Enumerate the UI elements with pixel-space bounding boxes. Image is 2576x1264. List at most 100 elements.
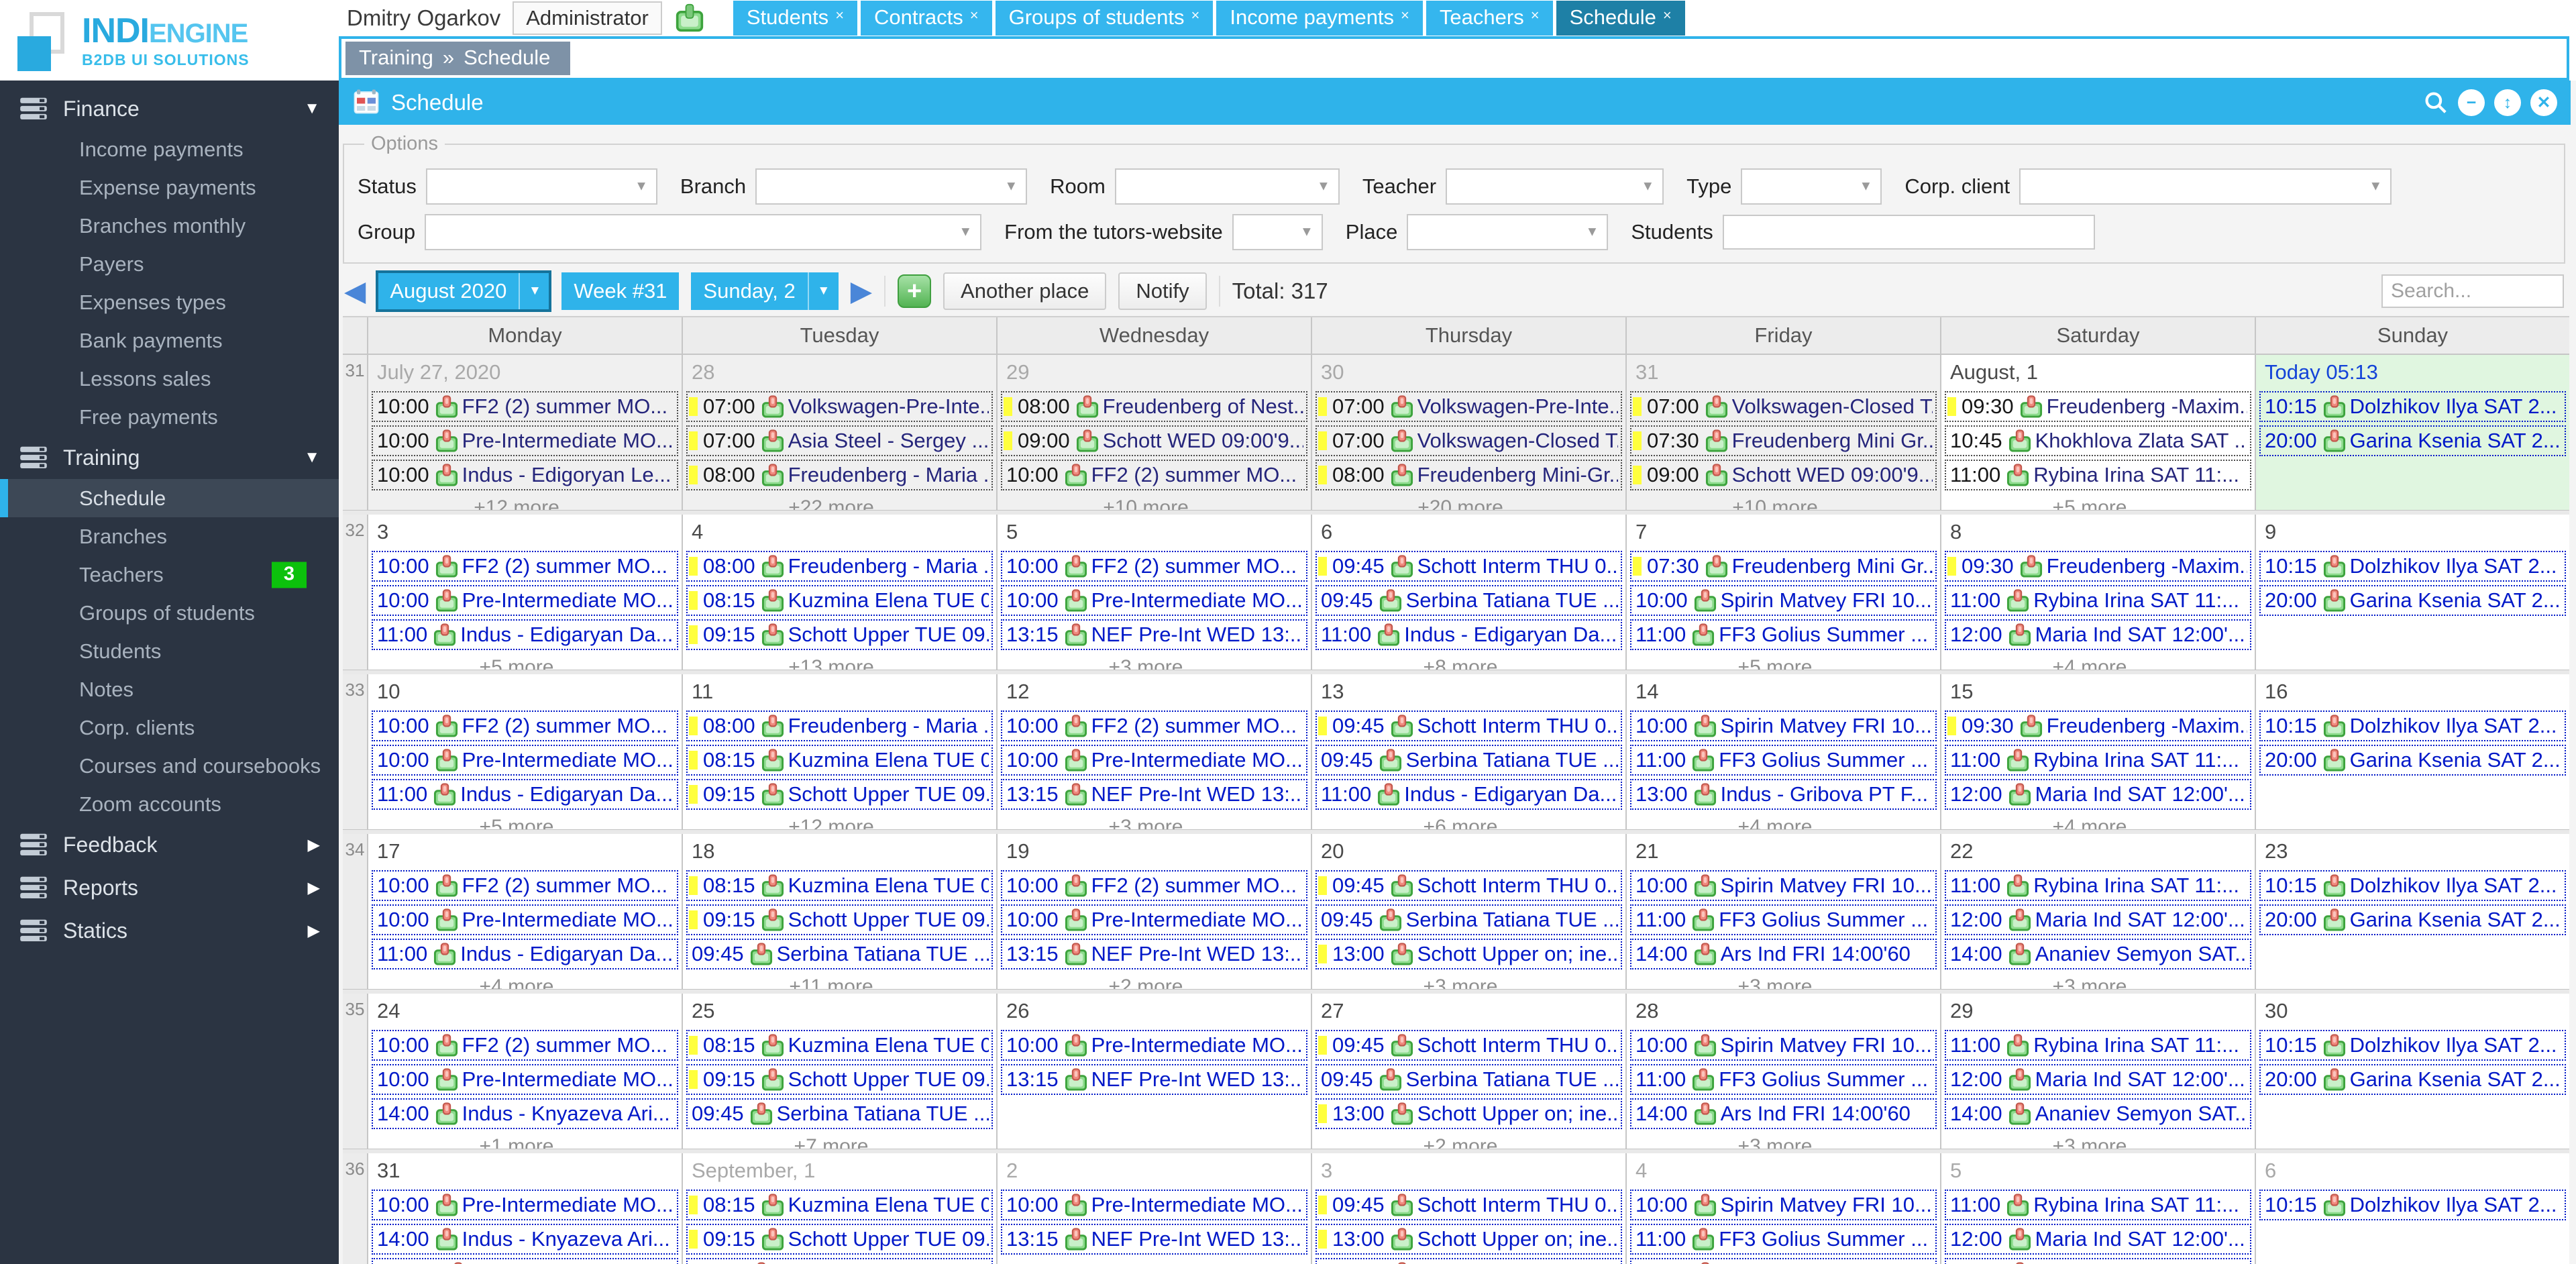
more-events-link[interactable]: +12 more... [686, 813, 993, 829]
calendar-event[interactable]: 14:00 Ananiev Semyon SAT... [1945, 939, 2251, 969]
calendar-event[interactable]: 10:00 FF2 (2) summer MO... [1001, 870, 1307, 901]
calendar-event[interactable]: 20:00 Garina Ksenia SAT 2... [2259, 745, 2566, 776]
calendar-event[interactable]: 10:15 Dolzhikov Ilya SAT 2... [2259, 1030, 2566, 1061]
calendar-event[interactable]: 09:15 Schott Upper TUE 09... [686, 779, 993, 810]
calendar-event[interactable]: 09:45 Serbina Tatiana TUE ... [1316, 585, 1622, 616]
calendar-event[interactable]: 09:30 Freudenberg -Maxim... [1945, 710, 2251, 741]
sidebar-item[interactable]: Students [0, 632, 339, 670]
tab[interactable]: Contracts × [861, 1, 992, 36]
logout-icon[interactable] [674, 3, 705, 33]
calendar-event[interactable]: 08:15 Kuzmina Elena TUE 0... [686, 1030, 993, 1061]
more-events-link[interactable]: +3 more... [1630, 1133, 1937, 1149]
type-select[interactable]: ▼ [1741, 168, 1882, 205]
tutors-website-select[interactable]: ▼ [1232, 214, 1323, 250]
more-events-link[interactable]: +4 more... [1945, 653, 2251, 670]
calendar-event[interactable]: 08:00 Freudenberg - Maria ... [686, 460, 993, 490]
teacher-select[interactable]: ▼ [1446, 168, 1664, 205]
calendar-event[interactable]: 09:30 Freudenberg -Maxim... [1945, 551, 2251, 582]
more-events-link[interactable]: +6 more... [1316, 813, 1622, 829]
tab[interactable]: Income payments × [1216, 1, 1423, 36]
calendar-event[interactable]: 10:15 Dolzhikov Ilya SAT 2... [2259, 551, 2566, 582]
calendar-event[interactable]: 10:00 FF2 (2) summer MO... [1001, 710, 1307, 741]
sidebar-item[interactable]: Zoom accounts [0, 785, 339, 823]
calendar-event[interactable]: 10:15 Dolzhikov Ilya SAT 2... [2259, 870, 2566, 901]
calendar-event[interactable]: 14:00 Ars Ind FRI 14:00'60 [1630, 1258, 1937, 1264]
calendar-event[interactable]: 11:00 Rybina Irina SAT 11:... [1945, 745, 2251, 776]
calendar-event[interactable]: 10:00 Pre-Intermediate MO... [372, 904, 678, 935]
calendar-event[interactable]: 08:15 Kuzmina Elena TUE 0... [686, 585, 993, 616]
calendar-event[interactable]: 10:15 Dolzhikov Ilya SAT 2... [2259, 391, 2566, 422]
calendar-event[interactable]: 09:00 Schott WED 09:00'9... [1630, 460, 1937, 490]
more-events-link[interactable]: +10 more... [1001, 494, 1307, 510]
calendar-event[interactable]: 09:15 Schott Upper TUE 09... [686, 904, 993, 935]
calendar-event[interactable]: 11:00 Rybina Irina SAT 11:... [1945, 870, 2251, 901]
calendar-event[interactable]: 10:00 Pre-Intermediate MO... [372, 1190, 678, 1220]
sidebar-item[interactable]: Payers [0, 245, 339, 283]
calendar-event[interactable]: 10:00 Spirin Matvey FRI 10... [1630, 710, 1937, 741]
calendar-event[interactable]: 11:00 Indus - Edigaryan Da... [372, 939, 678, 969]
calendar-event[interactable]: 10:00 FF2 (2) summer MO... [372, 1030, 678, 1061]
calendar-event[interactable]: 20:00 Garina Ksenia SAT 2... [2259, 904, 2566, 935]
calendar-event[interactable]: 08:00 Freudenberg - Maria ... [686, 551, 993, 582]
sidebar-section-header[interactable]: Feedback ▶ [0, 823, 339, 866]
tab-close-icon[interactable]: × [970, 7, 979, 24]
calendar-event[interactable]: 10:00 FF2 (2) summer MO... [372, 551, 678, 582]
calendar-event[interactable]: 12:00 Maria Ind SAT 12:00'... [1945, 779, 2251, 810]
calendar-event[interactable]: 10:00 Pre-Intermediate MO... [372, 425, 678, 456]
calendar-event[interactable]: 20:00 Garina Ksenia SAT 2... [2259, 425, 2566, 456]
calendar-event[interactable]: 14:00 Ars Ind FRI 14:00'60 [1630, 939, 1937, 969]
calendar-event[interactable]: 09:45 Serbina Tatiana TUE ... [1316, 1064, 1622, 1095]
calendar-event[interactable]: 10:00 Pre-Intermediate MO... [1001, 904, 1307, 935]
more-events-link[interactable]: +8 more... [1316, 653, 1622, 670]
sidebar-item[interactable]: Income payments [0, 130, 339, 168]
calendar-event[interactable]: 11:00 Rybina Irina SAT 11:... [1945, 1190, 2251, 1220]
more-events-link[interactable]: +3 more... [1945, 973, 2251, 989]
day-select[interactable]: Sunday, 2 ▼ [691, 272, 839, 310]
calendar-event[interactable]: 07:00 Asia Steel - Sergey ... [686, 425, 993, 456]
calendar-event[interactable]: 10:45 Khokhlova Zlata SAT ... [1945, 425, 2251, 456]
collapse-icon[interactable]: − [2458, 89, 2485, 116]
calendar-event[interactable]: 13:15 NEF Pre-Int WED 13:... [1001, 1224, 1307, 1255]
calendar-event[interactable]: 13:15 NEF Pre-Int WED 13:... [1001, 619, 1307, 650]
status-select[interactable]: ▼ [425, 168, 657, 205]
more-events-link[interactable]: +5 more... [372, 813, 678, 829]
more-events-link[interactable]: +22 more... [686, 494, 993, 510]
calendar-event[interactable]: 09:15 Schott Upper TUE 09... [686, 619, 993, 650]
sidebar-item[interactable]: Expense payments [0, 168, 339, 207]
more-events-link[interactable]: +4 more... [1630, 813, 1937, 829]
calendar-event[interactable]: 11:00 Indus - Edigaryan Da... [1316, 619, 1622, 650]
calendar-event[interactable]: 09:00 Schott WED 09:00'9... [1001, 425, 1307, 456]
calendar-event[interactable]: 07:00 Volkswagen-Closed T... [1630, 391, 1937, 422]
role-select[interactable]: Administrator [513, 1, 662, 35]
more-events-link[interactable]: +20 more... [1316, 494, 1622, 510]
sidebar-section-header[interactable]: Training ▼ [0, 436, 339, 479]
sidebar-item[interactable]: Groups of students [0, 594, 339, 632]
calendar-event[interactable]: 08:00 Freudenberg - Maria ... [686, 710, 993, 741]
calendar-event[interactable]: 12:00 Maria Ind SAT 12:00'... [1945, 1064, 2251, 1095]
calendar-event[interactable]: 10:00 Indus - Klimov Alexa... [686, 1258, 993, 1264]
calendar-event[interactable]: 10:00 FF2 (2) summer MO... [1001, 551, 1307, 582]
more-events-link[interactable]: +4 more... [372, 973, 678, 989]
sidebar-section-header[interactable]: Reports ▶ [0, 866, 339, 909]
calendar-event[interactable]: 10:00 FF2 (2) summer MO... [372, 391, 678, 422]
more-events-link[interactable]: +7 more... [686, 1133, 993, 1149]
calendar-event[interactable]: 13:00 Schott Upper on; ine... [1316, 1224, 1622, 1255]
sidebar-section-header[interactable]: Statics ▶ [0, 909, 339, 952]
tab[interactable]: Schedule × [1556, 1, 1685, 36]
calendar-event[interactable]: 07:00 Volkswagen-Closed T... [1316, 425, 1622, 456]
sidebar-item[interactable]: Notes [0, 670, 339, 708]
calendar-event[interactable]: 09:45 Serbina Tatiana TUE ... [1316, 745, 1622, 776]
calendar-event[interactable]: 09:45 Serbina Tatiana TUE ... [686, 1098, 993, 1129]
week-button[interactable]: Week #31 [561, 272, 680, 310]
calendar-event[interactable]: 12:00 Maria Ind SAT 12:00'... [1945, 1224, 2251, 1255]
corp-client-select[interactable]: ▼ [2019, 168, 2392, 205]
calendar-event[interactable]: 11:00 Rybina Irina SAT 11:... [1945, 460, 2251, 490]
calendar-event[interactable]: 10:00 FF2 (2) summer MO... [372, 870, 678, 901]
more-events-link[interactable]: +3 more... [1001, 813, 1307, 829]
calendar-event[interactable]: 14:00 Indus - Knyazeva Ari... [372, 1098, 678, 1129]
more-events-link[interactable]: +1 more... [372, 1133, 678, 1149]
sidebar-item[interactable]: Schedule [0, 479, 339, 517]
calendar-event[interactable]: 07:30 Freudenberg Mini Gr... [1630, 425, 1937, 456]
calendar-event[interactable]: 10:00 Pre-Intermediate MO... [372, 585, 678, 616]
calendar-event[interactable]: 11:00 FF3 Golius Summer ... [1630, 745, 1937, 776]
